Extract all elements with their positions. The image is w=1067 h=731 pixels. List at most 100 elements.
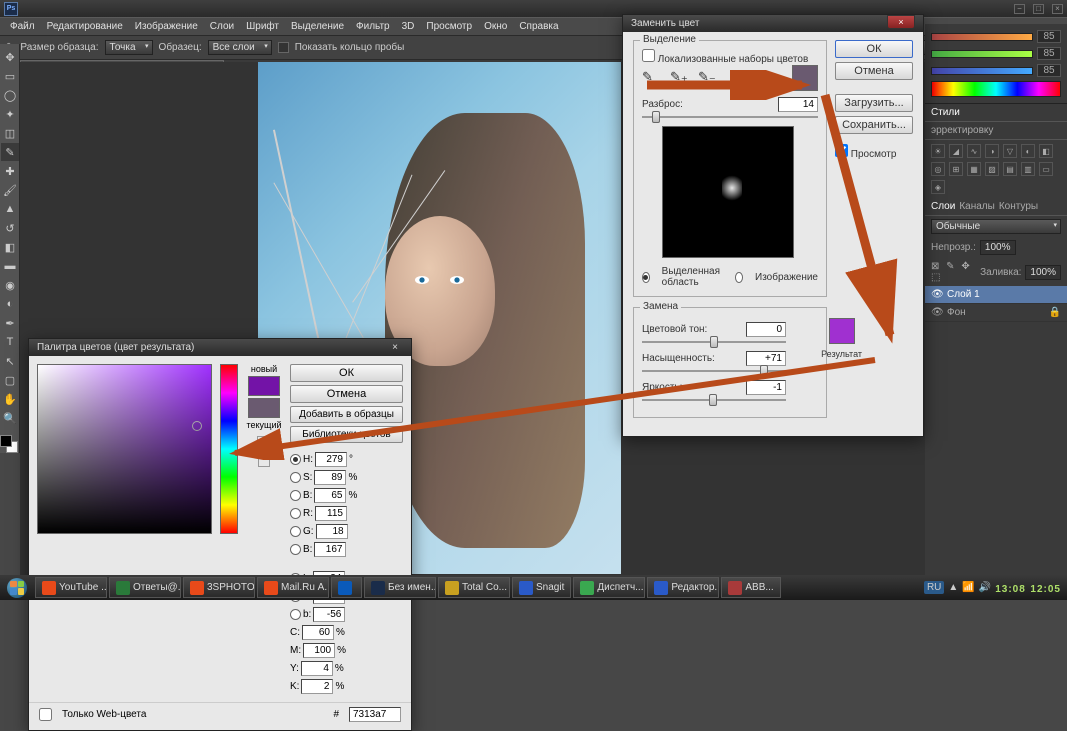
menu-window[interactable]: Окно: [478, 18, 513, 35]
radio-image[interactable]: [735, 272, 743, 283]
bv-input[interactable]: [314, 488, 346, 503]
close-button[interactable]: ×: [1052, 4, 1063, 14]
fuzziness-slider[interactable]: [642, 116, 818, 118]
tray-volume-icon[interactable]: 🔊: [979, 582, 991, 593]
tray-network-icon[interactable]: 📶: [962, 582, 974, 593]
type-tool-icon[interactable]: T: [1, 333, 19, 351]
web-only-checkbox[interactable]: [39, 708, 52, 721]
result-color-swatch[interactable]: [829, 318, 855, 344]
minimize-button[interactable]: −: [1014, 4, 1025, 14]
radio-s[interactable]: [290, 472, 301, 483]
ok-button[interactable]: ОК: [290, 364, 403, 382]
taskbar-item[interactable]: Mail.Ru А...: [257, 577, 329, 598]
adj-photo-filter-icon[interactable]: ◎: [931, 162, 945, 176]
menu-view[interactable]: Просмотр: [420, 18, 478, 35]
saturation-slider[interactable]: [642, 370, 786, 372]
layer-row-bg[interactable]: 👁 Фон 🔒: [925, 304, 1067, 322]
websafe-warning-icon[interactable]: [258, 455, 270, 467]
gradient-tool-icon[interactable]: ▬: [1, 257, 19, 275]
heal-tool-icon[interactable]: ✚: [1, 162, 19, 180]
wand-tool-icon[interactable]: ✦: [1, 105, 19, 123]
color-libraries-button[interactable]: Библиотеки цветов: [290, 426, 403, 443]
taskbar-item[interactable]: Редактор...: [647, 577, 719, 598]
adj-bw-icon[interactable]: ◧: [1039, 144, 1053, 158]
k-input[interactable]: [301, 679, 333, 694]
eraser-tool-icon[interactable]: ◧: [1, 238, 19, 256]
sample-dropdown[interactable]: Все слои: [208, 40, 272, 55]
radio-g[interactable]: [290, 526, 301, 537]
hex-input[interactable]: [349, 707, 401, 722]
gamut-warning-icon[interactable]: ⚠: [257, 436, 272, 451]
menu-filter[interactable]: Фильтр: [350, 18, 396, 35]
radio-selection[interactable]: [642, 272, 650, 283]
radio-bb[interactable]: [290, 544, 301, 555]
language-indicator[interactable]: RU: [924, 581, 944, 594]
adj-hue-icon[interactable]: ◐: [1021, 144, 1035, 158]
menu-type[interactable]: Шрифт: [240, 18, 285, 35]
save-button[interactable]: Сохранить...: [835, 116, 913, 134]
taskbar-item[interactable]: Total Co...: [438, 577, 510, 598]
radio-blab[interactable]: [290, 609, 301, 620]
eyedropper-icon[interactable]: ✎: [642, 69, 660, 87]
layer-visibility-icon[interactable]: 👁: [931, 289, 943, 300]
taskbar-item[interactable]: 3SPHOTO...: [183, 577, 255, 598]
adj-brightness-icon[interactable]: ☀: [931, 144, 945, 158]
menu-select[interactable]: Выделение: [285, 18, 350, 35]
cancel-button[interactable]: Отмена: [835, 62, 913, 80]
menu-edit[interactable]: Редактирование: [41, 18, 129, 35]
menu-file[interactable]: Файл: [4, 18, 41, 35]
maximize-button[interactable]: □: [1033, 4, 1044, 14]
s-input[interactable]: [314, 470, 346, 485]
c-input[interactable]: [302, 625, 334, 640]
stamp-tool-icon[interactable]: ▲: [1, 200, 19, 218]
blur-tool-icon[interactable]: ◉: [1, 276, 19, 294]
taskbar-item[interactable]: Ответы@...: [109, 577, 181, 598]
color-field[interactable]: [37, 364, 212, 534]
taskbar-item[interactable]: Без имен...: [364, 577, 436, 598]
tray-flag-icon[interactable]: ▲: [948, 582, 958, 593]
tab-styles[interactable]: Стили: [931, 107, 960, 118]
path-tool-icon[interactable]: ↖: [1, 352, 19, 370]
history-brush-icon[interactable]: ↺: [1, 219, 19, 237]
taskbar-item[interactable]: [331, 577, 362, 598]
fuzziness-input[interactable]: [778, 97, 818, 112]
saturation-input[interactable]: [746, 351, 786, 366]
lightness-input[interactable]: [746, 380, 786, 395]
dialog-close-button[interactable]: ×: [387, 342, 403, 353]
adj-lookup-icon[interactable]: ▦: [967, 162, 981, 176]
sample-size-dropdown[interactable]: Точка: [105, 40, 153, 55]
menu-help[interactable]: Справка: [513, 18, 564, 35]
radio-b[interactable]: [290, 490, 301, 501]
adj-gradient-map-icon[interactable]: ▭: [1039, 162, 1053, 176]
blab-input[interactable]: [313, 607, 345, 622]
taskbar-item[interactable]: Snagit: [512, 577, 571, 598]
taskbar-item[interactable]: Диспетч...: [573, 577, 645, 598]
h-input[interactable]: [315, 452, 347, 467]
show-ring-checkbox[interactable]: [278, 42, 289, 53]
tab-channels[interactable]: Каналы: [959, 201, 995, 212]
load-button[interactable]: Загрузить...: [835, 94, 913, 112]
hue-slider[interactable]: [642, 341, 786, 343]
taskbar-item[interactable]: ABB...: [721, 577, 780, 598]
radio-r[interactable]: [290, 508, 301, 519]
adj-invert-icon[interactable]: ▨: [985, 162, 999, 176]
lasso-tool-icon[interactable]: ◯: [1, 86, 19, 104]
adj-threshold-icon[interactable]: ▥: [1021, 162, 1035, 176]
menu-image[interactable]: Изображение: [129, 18, 204, 35]
dialog-close-button[interactable]: ×: [887, 15, 915, 29]
layer-visibility-icon[interactable]: 👁: [931, 307, 943, 318]
adj-mixer-icon[interactable]: ⊞: [949, 162, 963, 176]
tab-paths[interactable]: Контуры: [999, 201, 1038, 212]
ok-button[interactable]: ОК: [835, 40, 913, 58]
zoom-tool-icon[interactable]: 🔍: [1, 409, 19, 427]
menu-3d[interactable]: 3D: [396, 18, 421, 35]
m-input[interactable]: [303, 643, 335, 658]
move-tool-icon[interactable]: ✥: [1, 48, 19, 66]
color-swatches[interactable]: [0, 435, 18, 453]
tab-layers[interactable]: Слои: [931, 201, 955, 212]
layer-row-1[interactable]: 👁 Слой 1: [925, 286, 1067, 304]
eyedropper-add-icon[interactable]: ✎₊: [670, 69, 688, 87]
adj-exposure-icon[interactable]: ◑: [985, 144, 999, 158]
taskbar-item[interactable]: YouTube ...: [35, 577, 107, 598]
clock[interactable]: 13:08 12:05: [995, 581, 1061, 595]
